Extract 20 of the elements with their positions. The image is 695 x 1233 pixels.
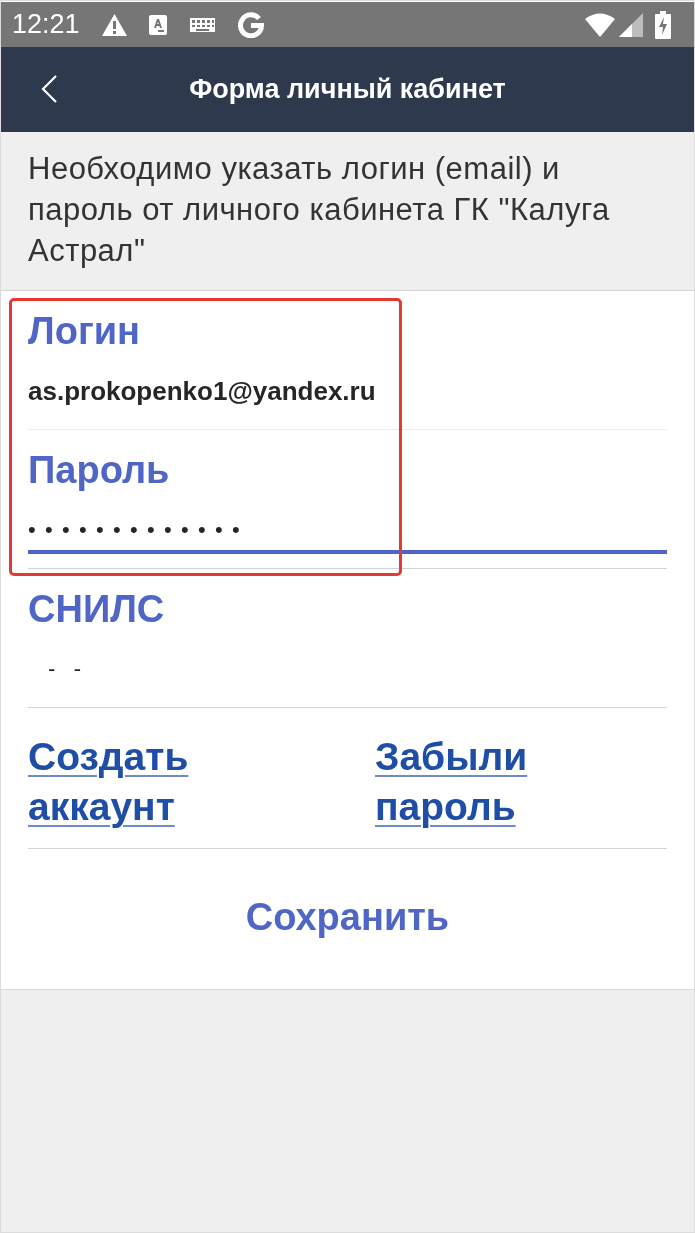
email-field[interactable]: as.prokopenko1@yandex.ru — [28, 371, 667, 415]
link[interactable]: Забыли пароль — [375, 732, 575, 832]
status-time: 12:21 — [12, 8, 80, 42]
password-field[interactable]: ••••••••••••• — [28, 510, 667, 554]
wifi-icon — [585, 12, 615, 37]
notice-text: Необходимо указать логин (email) и пароль от личного кабинета ГК "Калуга Астрал" — [28, 150, 611, 270]
save-button[interactable]: Сохранить — [239, 886, 456, 948]
input-field[interactable]: - - — [28, 649, 667, 693]
field-label: Пароль — [28, 450, 170, 490]
text-box-icon — [148, 14, 167, 35]
field-label: СНИЛС — [28, 589, 165, 629]
field-label: Логин — [28, 311, 140, 351]
g-logo-icon — [237, 11, 264, 38]
back-icon — [41, 75, 57, 103]
screen-title: Форма личный кабинет — [189, 73, 506, 107]
battery-charging-icon — [655, 10, 671, 39]
link[interactable]: Создать аккаунт — [28, 732, 228, 832]
warning-icon — [101, 13, 127, 36]
keyboard-icon — [188, 16, 216, 33]
signal-icon — [619, 12, 643, 37]
